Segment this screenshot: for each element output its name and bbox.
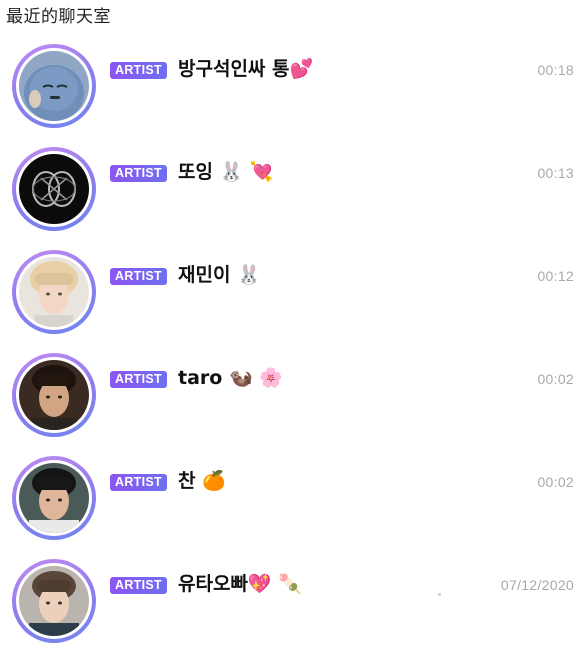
chat-time: 00:02 bbox=[537, 371, 574, 387]
chat-row[interactable]: ARTIST 재민이 🐰 00:12 bbox=[0, 244, 576, 347]
chat-name: 유타오빠💖 🍡 bbox=[178, 573, 302, 595]
recent-chats-title: 最近的聊天室 bbox=[6, 7, 111, 27]
person-avatar-icon bbox=[19, 463, 89, 533]
avatar[interactable] bbox=[12, 250, 96, 334]
chat-row[interactable]: ARTIST 방구석인싸 통💕 00:18 bbox=[0, 38, 576, 141]
artist-badge: ARTIST bbox=[110, 165, 167, 182]
chat-name: 찬 🍊 bbox=[178, 470, 226, 492]
blue-cartoon-avatar-icon bbox=[19, 51, 89, 121]
person-avatar-icon bbox=[19, 257, 89, 327]
chat-name: 방구석인싸 통💕 bbox=[178, 58, 314, 80]
chat-row[interactable]: ARTIST 또잉 🐰 💘 00:13 bbox=[0, 141, 576, 244]
chat-list: ARTIST 방구석인싸 통💕 00:18 ARTIST 또잉 🐰 💘 00:1… bbox=[0, 38, 576, 656]
chat-time: 00:13 bbox=[537, 165, 574, 181]
chat-row[interactable]: ARTIST 유타오빠💖 🍡 07/12/2020 bbox=[0, 553, 576, 656]
chat-time: 00:12 bbox=[537, 268, 574, 284]
chat-time: 07/12/2020 bbox=[500, 577, 574, 593]
artist-badge: ARTIST bbox=[110, 474, 167, 491]
nct-logo-avatar-icon bbox=[19, 154, 89, 224]
person-avatar-icon bbox=[19, 360, 89, 430]
chat-name: taro 🦦 🌸 bbox=[178, 367, 283, 389]
chat-time: 00:02 bbox=[537, 474, 574, 490]
chat-name: 또잉 🐰 💘 bbox=[178, 161, 274, 183]
avatar[interactable] bbox=[12, 44, 96, 128]
artist-badge: ARTIST bbox=[110, 577, 167, 594]
avatar[interactable] bbox=[12, 456, 96, 540]
chat-row[interactable]: ARTIST 찬 🍊 00:02 bbox=[0, 450, 576, 553]
artist-badge: ARTIST bbox=[110, 62, 167, 79]
chat-time: 00:18 bbox=[537, 62, 574, 78]
artist-badge: ARTIST bbox=[110, 371, 167, 388]
avatar[interactable] bbox=[12, 147, 96, 231]
artist-badge: ARTIST bbox=[110, 268, 167, 285]
chat-name: 재민이 🐰 bbox=[178, 264, 261, 286]
avatar[interactable] bbox=[12, 353, 96, 437]
scroll-dot bbox=[438, 593, 441, 596]
person-avatar-icon bbox=[19, 566, 89, 636]
chat-row[interactable]: ARTIST taro 🦦 🌸 00:02 bbox=[0, 347, 576, 450]
avatar[interactable] bbox=[12, 559, 96, 643]
